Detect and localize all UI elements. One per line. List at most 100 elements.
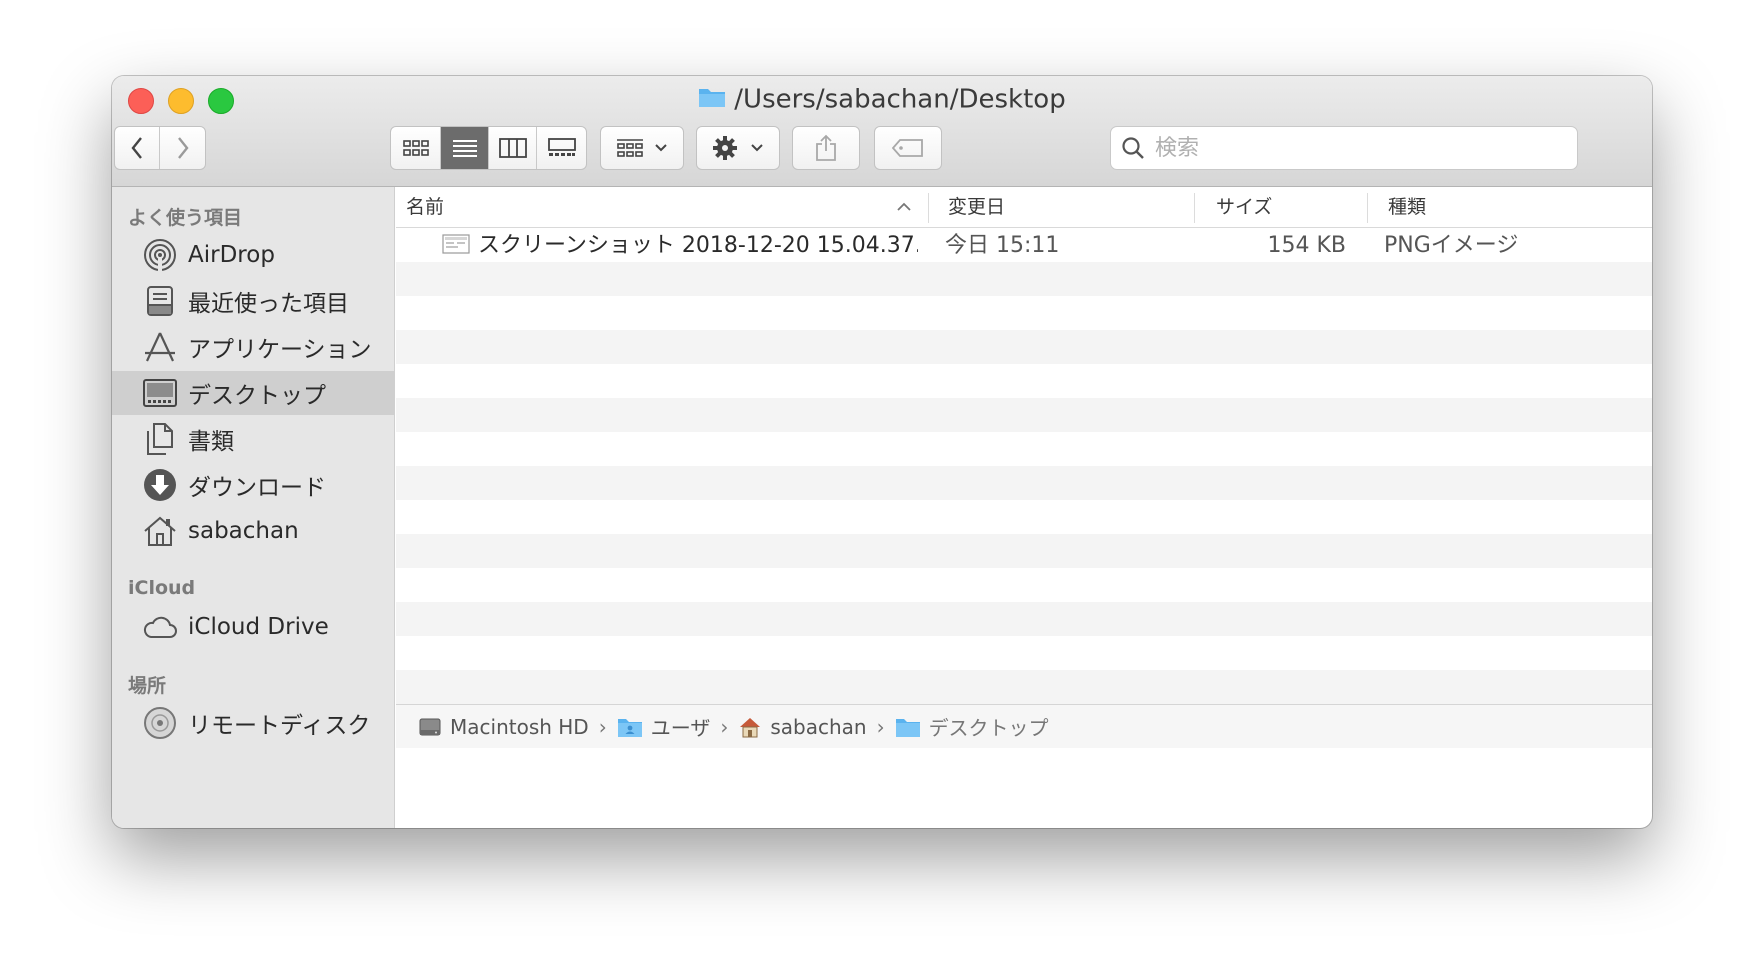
columns-icon xyxy=(498,138,527,158)
home-icon xyxy=(142,513,178,549)
search-input[interactable] xyxy=(1153,134,1557,162)
file-kind: PNGイメージ xyxy=(1384,233,1519,258)
favorites-heading: よく使う項目 xyxy=(128,207,243,229)
titlebar: /Users/sabachan/Desktop xyxy=(112,76,1652,187)
airdrop-icon xyxy=(142,237,178,273)
chevron-down-icon xyxy=(655,144,667,152)
path-item-label: Macintosh HD xyxy=(450,714,589,739)
users-folder-icon xyxy=(617,716,643,738)
sidebar-item-recents[interactable]: 最近使った項目 xyxy=(112,279,395,323)
group-icon xyxy=(617,139,643,157)
column-separator xyxy=(1367,193,1368,223)
chevron-right-icon xyxy=(177,137,189,159)
locations-heading: 場所 xyxy=(128,675,167,697)
tag-icon xyxy=(892,139,923,157)
window-title-text: /Users/sabachan/Desktop xyxy=(734,84,1066,115)
hard-drive-icon xyxy=(418,715,442,739)
list-view-button[interactable] xyxy=(441,127,489,169)
nav-buttons xyxy=(114,126,206,170)
table-row xyxy=(396,466,1652,500)
path-item-label: デスクトップ xyxy=(928,716,1049,740)
icon-view-button[interactable] xyxy=(391,127,441,169)
table-row xyxy=(396,330,1652,364)
sidebar-item-downloads[interactable]: ダウンロード xyxy=(112,463,395,507)
table-row xyxy=(396,670,1652,704)
sidebar-item-remote-disc[interactable]: リモートディスク xyxy=(112,701,395,745)
chevron-right-icon: › xyxy=(876,714,885,739)
file-size: 154 KB xyxy=(1267,233,1346,258)
sidebar-item-label: アプリケーション xyxy=(188,337,372,363)
sort-ascending-icon xyxy=(897,202,911,211)
path-item-label: ユーザ xyxy=(650,716,711,740)
sidebar-item-label: iCloud Drive xyxy=(188,614,329,640)
table-row xyxy=(396,602,1652,636)
documents-icon xyxy=(142,421,178,457)
path-item-macintosh-hd[interactable]: Macintosh HD xyxy=(418,715,589,739)
group-by-button[interactable] xyxy=(600,126,684,170)
column-separator xyxy=(1194,193,1195,223)
table-row xyxy=(396,500,1652,534)
gallery-view-button[interactable] xyxy=(537,127,586,169)
column-header-size[interactable]: サイズ xyxy=(1216,187,1272,227)
sidebar-item-label: ダウンロード xyxy=(188,475,326,501)
folder-icon xyxy=(895,716,921,738)
column-header-name[interactable]: 名前 xyxy=(406,187,444,227)
tags-button[interactable] xyxy=(874,126,942,170)
home-icon xyxy=(738,715,762,739)
sidebar-item-home[interactable]: sabachan xyxy=(112,509,395,553)
table-row xyxy=(396,534,1652,568)
chevron-right-icon: › xyxy=(720,714,729,739)
recents-icon xyxy=(142,283,178,319)
search-field[interactable] xyxy=(1110,126,1578,170)
grid-icon xyxy=(402,140,429,156)
share-button[interactable] xyxy=(792,126,860,170)
icloud-heading: iCloud xyxy=(128,577,196,599)
list-icon xyxy=(452,140,477,157)
file-list: 名前 変更日 サイズ 種類 スクリーンショット 2018-12-20 15.04… xyxy=(396,187,1652,828)
table-row xyxy=(396,262,1652,296)
cloud-icon xyxy=(142,609,178,645)
path-bar: Macintosh HD › ユーザ › sabachan › デスクトップ xyxy=(396,704,1652,748)
sidebar-item-label: デスクトップ xyxy=(188,383,326,409)
back-button[interactable] xyxy=(115,127,161,169)
sidebar-item-label: 書類 xyxy=(188,429,234,455)
downloads-icon xyxy=(142,467,178,503)
sidebar-item-desktop[interactable]: デスクトップ xyxy=(112,371,395,415)
sidebar-item-icloud-drive[interactable]: iCloud Drive xyxy=(112,605,395,649)
sidebar-item-label: リモートディスク xyxy=(188,713,371,739)
path-item-home[interactable]: sabachan xyxy=(738,714,867,739)
table-row xyxy=(396,568,1652,602)
path-item-label: sabachan xyxy=(770,714,867,739)
file-row[interactable]: スクリーンショット 2018-12-20 15.04.37.png 今日 15:… xyxy=(396,228,1652,262)
forward-button[interactable] xyxy=(160,127,205,169)
column-view-button[interactable] xyxy=(489,127,537,169)
sidebar-item-airdrop[interactable]: AirDrop xyxy=(112,233,395,277)
table-row xyxy=(396,296,1652,330)
column-header-modified[interactable]: 変更日 xyxy=(948,187,1005,227)
table-row xyxy=(396,398,1652,432)
desktop-icon xyxy=(142,375,178,411)
window-title: /Users/sabachan/Desktop xyxy=(112,84,1652,115)
rows-area: スクリーンショット 2018-12-20 15.04.37.png 今日 15:… xyxy=(396,228,1652,704)
png-file-icon xyxy=(442,231,470,267)
file-modified: 今日 15:11 xyxy=(945,233,1060,258)
table-row xyxy=(396,636,1652,670)
search-icon xyxy=(1122,137,1144,159)
gear-icon xyxy=(713,136,737,160)
file-name: スクリーンショット 2018-12-20 15.04.37.png xyxy=(478,233,918,258)
applications-icon xyxy=(142,329,178,365)
view-mode-control xyxy=(390,126,587,170)
chevron-left-icon xyxy=(131,137,142,159)
sidebar-item-label: AirDrop xyxy=(188,242,275,268)
sidebar-item-documents[interactable]: 書類 xyxy=(112,417,395,461)
table-row xyxy=(396,432,1652,466)
column-header-kind[interactable]: 種類 xyxy=(1388,187,1426,227)
path-item-users[interactable]: ユーザ xyxy=(617,712,711,741)
sidebar-item-applications[interactable]: アプリケーション xyxy=(112,325,395,369)
action-button[interactable] xyxy=(696,126,780,170)
sidebar-item-label: 最近使った項目 xyxy=(188,291,349,317)
column-header: 名前 変更日 サイズ 種類 xyxy=(396,187,1652,228)
path-item-desktop[interactable]: デスクトップ xyxy=(895,712,1049,741)
share-icon xyxy=(816,134,836,161)
column-separator xyxy=(928,193,929,223)
